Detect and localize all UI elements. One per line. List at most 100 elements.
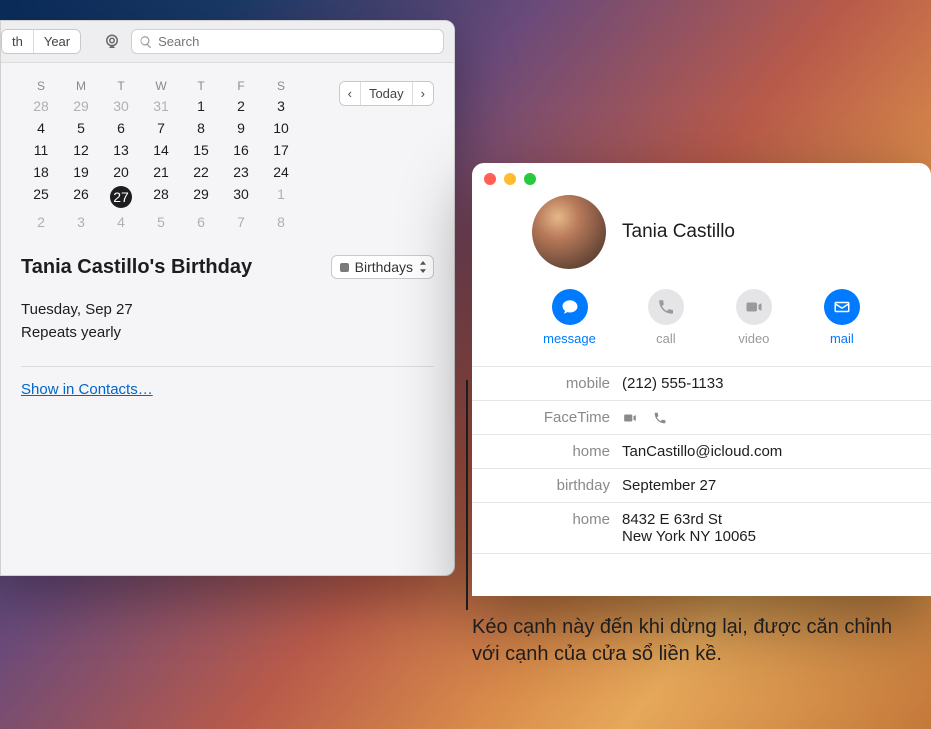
calendar-day[interactable]: 29 xyxy=(61,95,101,117)
home-email-value[interactable]: TanCastillo@icloud.com xyxy=(622,443,782,460)
calendar-day[interactable]: 11 xyxy=(21,139,61,161)
calendar-day[interactable]: 8 xyxy=(261,211,301,233)
birthday-label: birthday xyxy=(492,477,622,494)
calendar-day[interactable]: 27 xyxy=(101,183,141,211)
calendar-day[interactable]: 4 xyxy=(21,117,61,139)
calendar-day[interactable]: 4 xyxy=(101,211,141,233)
calendar-day[interactable]: 6 xyxy=(101,117,141,139)
calendar-day[interactable]: 18 xyxy=(21,161,61,183)
airplay-icon[interactable] xyxy=(99,30,125,54)
dow-cell: T xyxy=(101,77,141,95)
call-button[interactable]: call xyxy=(648,289,684,346)
field-mobile: mobile (212) 555-1133 xyxy=(472,367,931,401)
calendar-day[interactable]: 1 xyxy=(181,95,221,117)
view-month-button[interactable]: th xyxy=(2,30,33,53)
view-year-button[interactable]: Year xyxy=(33,30,80,53)
minimize-window-button[interactable] xyxy=(504,173,516,185)
calendar-day[interactable]: 5 xyxy=(61,117,101,139)
mobile-value[interactable]: (212) 555-1133 xyxy=(622,375,723,392)
dow-cell: W xyxy=(141,77,181,95)
contact-name: Tania Castillo xyxy=(622,221,735,243)
field-home-address: home 8432 E 63rd St New York NY 10065 xyxy=(472,503,931,554)
calendar-day[interactable]: 28 xyxy=(141,183,181,211)
video-icon xyxy=(745,298,763,316)
phone-icon xyxy=(657,298,675,316)
today-button[interactable]: Today xyxy=(360,82,412,105)
calendar-day[interactable]: 25 xyxy=(21,183,61,211)
calendar-select-label: Birthdays xyxy=(355,259,413,275)
contacts-window: Tania Castillo message call video mail m… xyxy=(472,163,931,596)
facetime-video-icon[interactable] xyxy=(622,411,638,425)
home-address-value[interactable]: 8432 E 63rd St New York NY 10065 xyxy=(622,511,756,545)
search-field-wrapper xyxy=(131,29,444,54)
calendar-day[interactable]: 29 xyxy=(181,183,221,211)
calendar-toolbar: th Year xyxy=(1,21,454,63)
calendar-day[interactable]: 19 xyxy=(61,161,101,183)
calendar-day[interactable]: 5 xyxy=(141,211,181,233)
calendar-day[interactable]: 7 xyxy=(141,117,181,139)
calendar-day[interactable]: 30 xyxy=(101,95,141,117)
calendar-day[interactable]: 31 xyxy=(141,95,181,117)
dow-cell: M xyxy=(61,77,101,95)
calendar-day[interactable]: 15 xyxy=(181,139,221,161)
calendar-nav: ‹ Today › xyxy=(339,81,434,106)
calendar-day[interactable]: 16 xyxy=(221,139,261,161)
video-label: video xyxy=(738,331,769,346)
event-inspector: Tania Castillo's Birthday Birthdays Tues… xyxy=(21,255,434,398)
calendar-day[interactable]: 12 xyxy=(61,139,101,161)
search-input[interactable] xyxy=(131,29,444,54)
calendar-day[interactable]: 23 xyxy=(221,161,261,183)
divider xyxy=(21,366,434,367)
window-traffic-lights xyxy=(472,163,931,195)
calendar-day[interactable]: 30 xyxy=(221,183,261,211)
message-icon xyxy=(561,298,579,316)
calendar-day[interactable]: 17 xyxy=(261,139,301,161)
calendar-day[interactable]: 28 xyxy=(21,95,61,117)
calendar-day[interactable]: 2 xyxy=(221,95,261,117)
contact-actions: message call video mail xyxy=(472,279,931,366)
dow-cell: S xyxy=(261,77,301,95)
mail-button[interactable]: mail xyxy=(824,289,860,346)
dow-cell: T xyxy=(181,77,221,95)
prev-button[interactable]: ‹ xyxy=(340,82,360,105)
calendar-day[interactable]: 10 xyxy=(261,117,301,139)
call-label: call xyxy=(656,331,676,346)
calendar-day[interactable]: 20 xyxy=(101,161,141,183)
search-icon xyxy=(139,35,153,49)
mobile-label: mobile xyxy=(492,375,622,392)
birthday-value: September 27 xyxy=(622,477,716,494)
calendar-day[interactable]: 7 xyxy=(221,211,261,233)
calendar-day[interactable]: 21 xyxy=(141,161,181,183)
contact-fields: mobile (212) 555-1133 FaceTime home TanC… xyxy=(472,366,931,554)
calendar-day[interactable]: 14 xyxy=(141,139,181,161)
message-button[interactable]: message xyxy=(543,289,596,346)
video-button[interactable]: video xyxy=(736,289,772,346)
calendar-day[interactable]: 24 xyxy=(261,161,301,183)
event-title: Tania Castillo's Birthday xyxy=(21,256,252,279)
calendar-day[interactable]: 1 xyxy=(261,183,301,211)
avatar xyxy=(532,195,606,269)
calendar-color-dot xyxy=(340,263,349,272)
event-repeat: Repeats yearly xyxy=(21,322,434,345)
calendar-day[interactable]: 3 xyxy=(261,95,301,117)
calendar-day[interactable]: 26 xyxy=(61,183,101,211)
zoom-window-button[interactable] xyxy=(524,173,536,185)
home-address-label: home xyxy=(492,511,622,545)
chevron-updown-icon xyxy=(419,261,427,273)
dow-cell: S xyxy=(21,77,61,95)
next-button[interactable]: › xyxy=(412,82,433,105)
calendar-day[interactable]: 8 xyxy=(181,117,221,139)
calendar-select[interactable]: Birthdays xyxy=(331,255,434,279)
calendar-day[interactable]: 13 xyxy=(101,139,141,161)
facetime-label: FaceTime xyxy=(492,409,622,426)
calendar-day[interactable]: 6 xyxy=(181,211,221,233)
calendar-day[interactable]: 3 xyxy=(61,211,101,233)
facetime-audio-icon[interactable] xyxy=(652,411,668,425)
field-birthday: birthday September 27 xyxy=(472,469,931,503)
calendar-day[interactable]: 22 xyxy=(181,161,221,183)
event-date: Tuesday, Sep 27 xyxy=(21,299,434,322)
calendar-day[interactable]: 2 xyxy=(21,211,61,233)
calendar-day[interactable]: 9 xyxy=(221,117,261,139)
close-window-button[interactable] xyxy=(484,173,496,185)
show-in-contacts-link[interactable]: Show in Contacts… xyxy=(21,381,153,398)
